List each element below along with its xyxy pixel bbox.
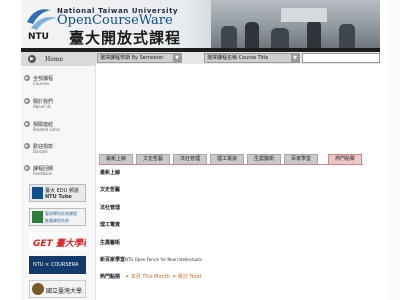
sidebar-item-sublabel: Donate: [33, 149, 48, 154]
promo-get[interactable]: GET 臺大學程: [29, 232, 86, 250]
sidebar-item-sublabel: Courses: [33, 81, 50, 86]
hot-total-link[interactable]: ✦ 累計 Total: [172, 273, 201, 280]
section-title-latest: 最新上線: [100, 170, 121, 176]
course-select-label: 選擇課程名稱 Course Title: [207, 55, 269, 61]
tab-divider: [99, 164, 363, 165]
chevron-down-icon: ▼: [173, 54, 181, 62]
promo-sublabel: 推廣課程先修: [45, 218, 69, 223]
home-arrow-icon: ▶: [28, 55, 36, 63]
sidebar: ▶ 全部課程 Courses ▶ 關於我們 About Us ▶ 相關連結 Re…: [21, 66, 96, 300]
page-frame: NTU National Taiwan University OpenCours…: [21, 0, 380, 300]
hot-total-label: 累計 Total: [177, 274, 202, 280]
sidebar-item-donate[interactable]: ▶ 歡迎捐款 Donate: [21, 140, 96, 162]
section-title-social-sciences: 法社管理: [100, 205, 121, 211]
promo-prep-courses[interactable]: 臺灣學科先修課程 推廣課程先修: [29, 208, 86, 226]
brand-name-zh: 臺大開放式課程: [69, 29, 182, 47]
scrollbar[interactable]: [388, 0, 400, 300]
section-title-life-sciences: 生農醫衛: [100, 240, 121, 246]
sidebar-item-feedback[interactable]: ▶ 課程回饋 Feedback: [21, 162, 96, 184]
arrow-bullet-icon: ▶: [24, 121, 30, 127]
promo-label: 國立臺灣大學: [46, 288, 83, 295]
tab-life-sciences[interactable]: 生農醫衛: [247, 154, 281, 164]
forum-description: NTU Open Forum for New Intellectuals: [125, 257, 202, 262]
hot-this-month-label: 本月 This Month: [130, 274, 170, 280]
tab-social-sciences[interactable]: 法社管理: [173, 154, 207, 164]
sidebar-item-related-links[interactable]: ▶ 相關連結 Related Links: [21, 118, 96, 140]
tab-engineering[interactable]: 理工電資: [210, 154, 244, 164]
hot-this-month-link[interactable]: ✦ 本月 This Month: [125, 273, 170, 280]
prep-courses-icon: [32, 211, 43, 223]
course-select[interactable]: 選擇課程名稱 Course Title ▼: [204, 53, 300, 63]
promo-label: GET 臺大學程: [33, 239, 86, 249]
promo-ntu-tube[interactable]: 臺大 EDU 頻道 NTU Tube: [29, 184, 86, 202]
banner-photo: [211, 0, 380, 48]
home-label: Home: [45, 56, 64, 63]
site-banner: NTU National Taiwan University OpenCours…: [21, 0, 380, 48]
sidebar-item-sublabel: Feedback: [33, 171, 53, 176]
section-title-humanities: 文史哲藝: [100, 187, 121, 193]
ntu-logo-icon[interactable]: NTU: [25, 4, 59, 42]
tab-latest[interactable]: 最新上線: [99, 154, 133, 164]
sidebar-item-sublabel: About Us: [33, 104, 52, 109]
brand-name-en: OpenCourseWare: [57, 13, 173, 28]
promo-label: NTU × COURSERA: [33, 262, 79, 268]
section-title-forum: 新百家學堂: [100, 257, 126, 263]
arrow-bullet-icon: ▶: [24, 75, 30, 81]
chevron-down-icon: ▼: [291, 54, 299, 62]
logo-text: NTU: [28, 32, 49, 42]
tab-humanities[interactable]: 文史哲藝: [136, 154, 170, 164]
home-button[interactable]: ▶ Home: [21, 52, 96, 66]
section-title-engineering: 理工電資: [100, 222, 121, 228]
promo-ntu[interactable]: 國立臺灣大學: [29, 280, 86, 298]
arrow-bullet-icon: ▶: [24, 165, 30, 171]
ntu-tube-icon: [32, 187, 43, 199]
semester-select-label: 選擇課程學期 By Semester: [100, 55, 164, 61]
promo-label: 臺灣學科先修課程: [45, 211, 77, 216]
promo-coursera[interactable]: NTU × COURSERA: [29, 256, 86, 274]
arrow-bullet-icon: ▶: [24, 143, 30, 149]
sidebar-item-courses[interactable]: ▶ 全部課程 Courses: [21, 72, 96, 94]
section-title-hot: 熱門點閱: [100, 274, 121, 280]
course-search-bar: 選擇課程學期 By Semester ▼ 選擇課程名稱 Course Title…: [96, 52, 380, 64]
search-input[interactable]: [302, 53, 380, 63]
ntu-seal-icon: [32, 283, 44, 295]
tab-forum[interactable]: 百家學堂: [284, 154, 318, 164]
promo-sublabel: NTU Tube: [45, 194, 72, 200]
semester-select[interactable]: 選擇課程學期 By Semester ▼: [97, 53, 182, 63]
sidebar-item-sublabel: Related Links: [33, 127, 60, 132]
sidebar-item-about[interactable]: ▶ 關於我們 About Us: [21, 95, 96, 117]
tab-popular[interactable]: 熱門點擊: [328, 154, 362, 164]
category-tabs: 最新上線 文史哲藝 法社管理 理工電資 生農醫衛 百家學堂 熱門點擊: [99, 154, 363, 164]
arrow-bullet-icon: ▶: [24, 98, 30, 104]
promo-label: 臺大 EDU 頻道: [45, 188, 79, 194]
